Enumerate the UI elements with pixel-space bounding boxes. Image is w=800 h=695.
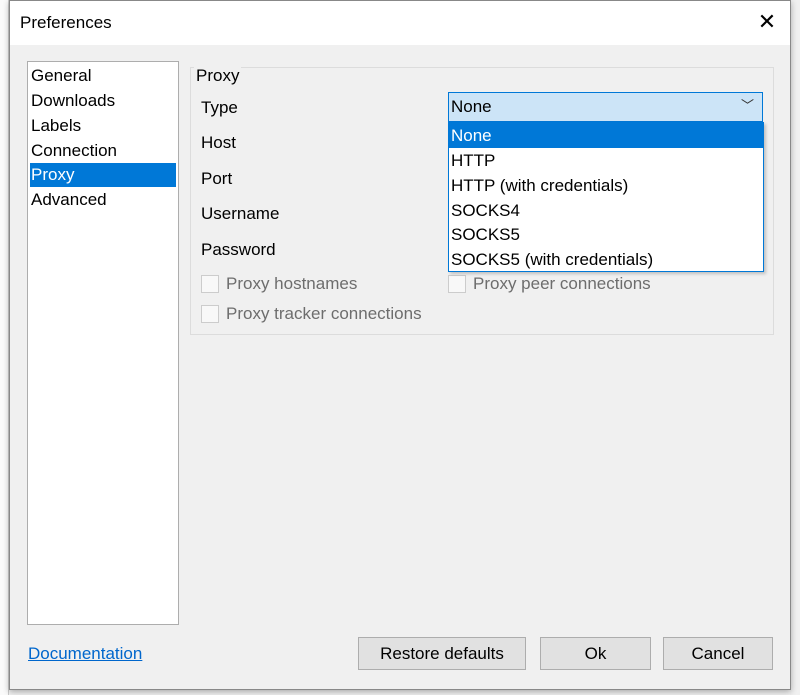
sidebar-item-advanced[interactable]: Advanced	[30, 188, 176, 212]
proxy-type-select[interactable]: None ﹀	[448, 92, 763, 122]
documentation-link[interactable]: Documentation	[28, 644, 142, 664]
background-app-right	[790, 0, 800, 695]
group-label: Proxy	[194, 66, 242, 86]
sidebar-item-general[interactable]: General	[30, 64, 176, 88]
proxy-type-value: None	[451, 97, 492, 116]
proxy-peer-label: Proxy peer connections	[473, 274, 651, 293]
proxy-tracker-checkbox[interactable]	[201, 305, 219, 323]
chevron-down-icon: ﹀	[740, 98, 754, 113]
option-socks4[interactable]: SOCKS4	[449, 198, 763, 223]
port-label: Port	[201, 169, 233, 188]
host-label: Host	[201, 133, 236, 152]
proxy-hostnames-checkbox[interactable]	[201, 275, 219, 293]
option-http-credentials[interactable]: HTTP (with credentials)	[449, 173, 763, 198]
sidebar-item-proxy[interactable]: Proxy	[30, 163, 176, 187]
sidebar-item-downloads[interactable]: Downloads	[30, 89, 176, 113]
proxy-tracker-label: Proxy tracker connections	[226, 304, 422, 323]
option-http[interactable]: HTTP	[449, 148, 763, 173]
close-icon[interactable]: ✕	[754, 9, 780, 35]
option-socks5-credentials[interactable]: SOCKS5 (with credentials)	[449, 247, 763, 272]
proxy-hostnames-label: Proxy hostnames	[226, 274, 358, 293]
background-app	[0, 0, 9, 695]
sidebar-item-labels[interactable]: Labels	[30, 114, 176, 138]
dialog-title: Preferences	[20, 13, 112, 32]
option-none[interactable]: None	[449, 123, 763, 148]
preferences-dialog: Preferences ✕ General Downloads Labels C…	[9, 0, 791, 690]
option-socks5[interactable]: SOCKS5	[449, 222, 763, 247]
proxy-type-dropdown: None HTTP HTTP (with credentials) SOCKS4…	[448, 122, 764, 272]
title-bar: Preferences ✕	[10, 1, 790, 45]
ok-button[interactable]: Ok	[540, 637, 651, 670]
username-label: Username	[201, 204, 280, 223]
sidebar-item-connection[interactable]: Connection	[30, 139, 176, 163]
category-list: General Downloads Labels Connection Prox…	[27, 61, 179, 625]
type-label: Type	[201, 98, 238, 117]
proxy-peer-checkbox[interactable]	[448, 275, 466, 293]
cancel-button[interactable]: Cancel	[663, 637, 773, 670]
password-label: Password	[201, 240, 276, 259]
restore-defaults-button[interactable]: Restore defaults	[358, 637, 526, 670]
